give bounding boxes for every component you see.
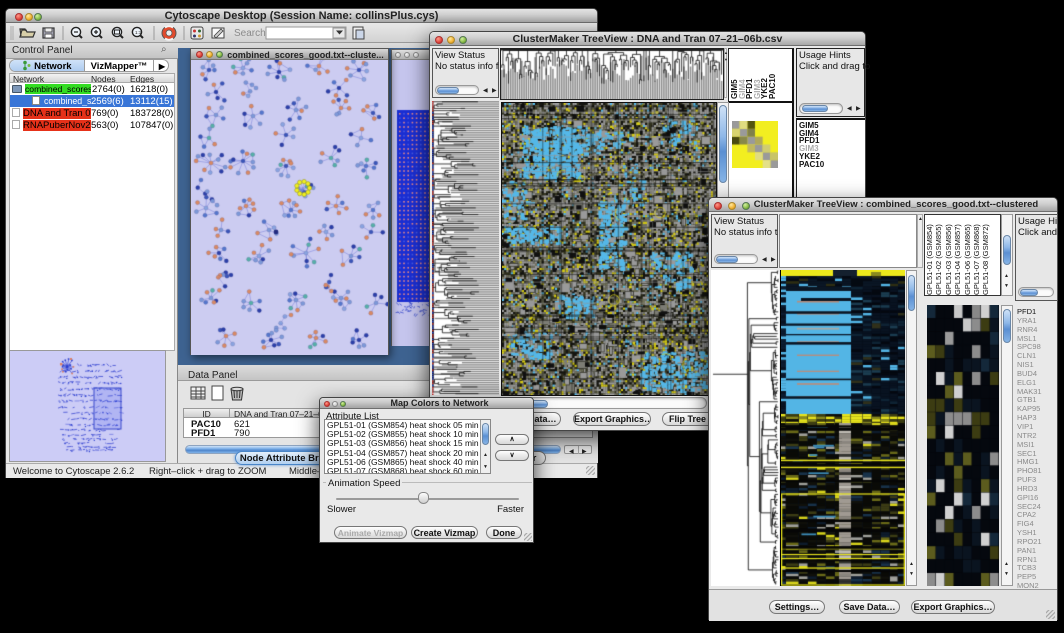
svg-text:1:1: 1:1 — [135, 30, 142, 35]
svg-text:Search:: Search: — [234, 28, 268, 39]
